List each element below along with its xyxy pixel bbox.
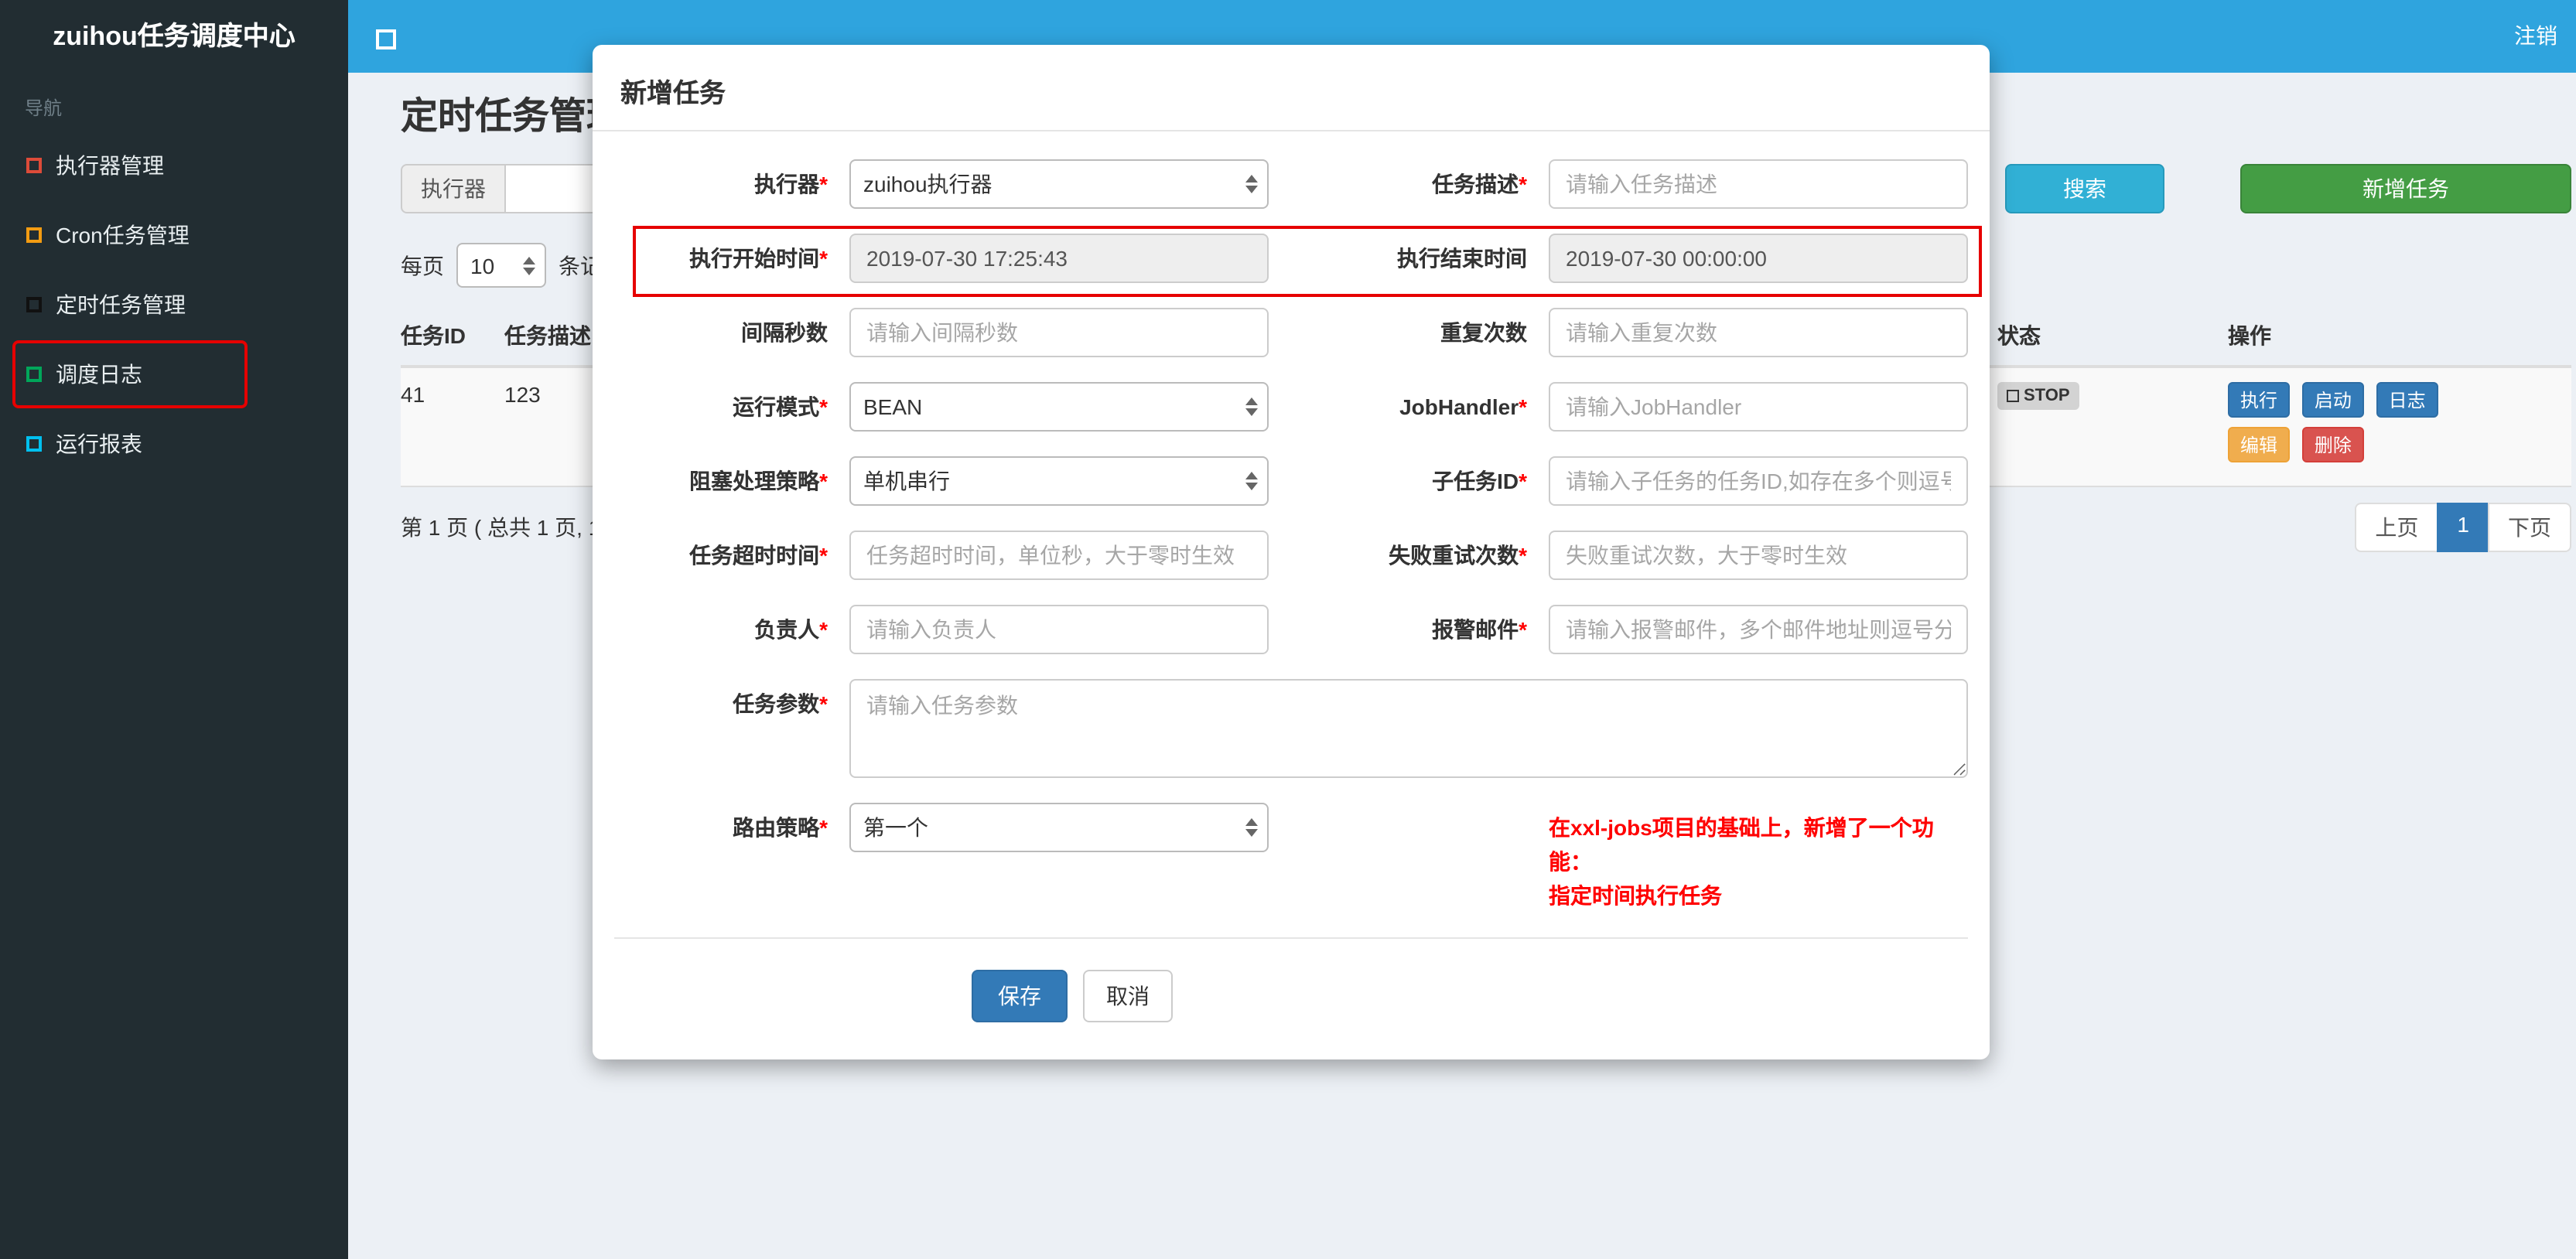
modal-title: 新增任务 xyxy=(620,79,726,108)
col-header-job-id: 任务ID xyxy=(401,306,504,368)
delete-button[interactable]: 删除 xyxy=(2301,427,2364,462)
job-desc-input[interactable] xyxy=(1549,159,1968,209)
sidebar-item-executor-mgmt[interactable]: 执行器管理 xyxy=(0,130,348,200)
save-button[interactable]: 保存 xyxy=(972,970,1068,1022)
square-icon xyxy=(26,366,42,381)
status-text: STOP xyxy=(2024,387,2070,405)
sidebar-toggle-icon[interactable] xyxy=(376,29,396,49)
start-time-label: 执行开始时间* xyxy=(689,246,828,271)
page-1-button[interactable]: 1 xyxy=(2437,503,2489,552)
feature-note: 在xxl-jobs项目的基础上，新增了一个功能： 指定时间执行任务 xyxy=(1549,815,1934,908)
route-strategy-select-value: 第一个 xyxy=(863,815,928,840)
alarm-email-input[interactable] xyxy=(1549,605,1968,654)
edit-button[interactable]: 编辑 xyxy=(2228,427,2291,462)
select-arrows-icon xyxy=(1245,818,1258,837)
route-strategy-select[interactable]: 第一个 xyxy=(849,803,1269,852)
start-button[interactable]: 启动 xyxy=(2301,382,2364,418)
cell-status: STOP xyxy=(1997,367,2228,487)
run-button[interactable]: 执行 xyxy=(2228,382,2291,418)
child-job-input[interactable] xyxy=(1549,456,1968,506)
search-button[interactable]: 搜索 xyxy=(2005,164,2164,213)
executor-label: 执行器* xyxy=(754,172,828,196)
col-header-actions: 操作 xyxy=(2228,306,2571,368)
job-handler-label: JobHandler* xyxy=(1399,394,1527,419)
author-label: 负责人* xyxy=(754,617,828,642)
sidebar-item-timed-task-mgmt[interactable]: 定时任务管理 xyxy=(0,269,348,339)
interval-label: 间隔秒数 xyxy=(741,320,828,345)
repeat-label: 重复次数 xyxy=(1440,320,1527,345)
square-icon xyxy=(26,157,42,172)
author-input[interactable] xyxy=(849,605,1269,654)
per-page-value: 10 xyxy=(470,253,495,278)
glue-type-select[interactable]: BEAN xyxy=(849,382,1269,432)
sidebar: 导航 执行器管理 Cron任务管理 定时任务管理 调度日志 运行报表 xyxy=(0,73,348,1259)
add-task-button[interactable]: 新增任务 xyxy=(2240,164,2571,213)
executor-select-value: zuihou执行器 xyxy=(863,172,992,196)
add-task-modal: 新增任务 执行器* zuihou执行器 任务描述* 请输入任务描述 执行开始时间… xyxy=(593,45,1990,1059)
end-time-label: 执行结束时间 xyxy=(1397,246,1527,271)
col-header-status: 状态 xyxy=(1997,306,2228,368)
status-badge: STOP xyxy=(1997,382,2079,410)
block-strategy-label: 阻塞处理策略* xyxy=(689,469,828,493)
sidebar-item-run-report[interactable]: 运行报表 xyxy=(0,408,348,478)
retry-input[interactable] xyxy=(1549,531,1968,580)
job-desc-label: 任务描述* xyxy=(1432,172,1527,196)
interval-input[interactable] xyxy=(849,308,1269,357)
pagination: 上页 1 下页 xyxy=(2355,503,2571,552)
block-strategy-select[interactable]: 单机串行 xyxy=(849,456,1269,506)
sidebar-item-label: Cron任务管理 xyxy=(56,222,190,247)
glue-type-label: 运行模式* xyxy=(733,394,828,419)
app-brand: zuihou任务调度中心 xyxy=(0,0,348,73)
alarm-email-label: 报警邮件* xyxy=(1432,617,1527,642)
job-param-label: 任务参数* xyxy=(733,691,828,716)
select-arrows-icon xyxy=(523,256,535,275)
sidebar-section-label: 导航 xyxy=(25,97,63,119)
job-param-textarea[interactable] xyxy=(849,679,1968,778)
per-page-label: 每页 xyxy=(401,253,444,278)
sidebar-item-schedule-log[interactable]: 调度日志 xyxy=(0,339,348,408)
stop-square-icon xyxy=(2007,390,2019,402)
block-strategy-select-value: 单机串行 xyxy=(863,469,950,493)
log-button[interactable]: 日志 xyxy=(2376,382,2438,418)
sidebar-item-label: 调度日志 xyxy=(56,361,142,386)
timeout-input[interactable] xyxy=(849,531,1269,580)
retry-label: 失败重试次数* xyxy=(1389,543,1527,568)
note-spacer xyxy=(1269,803,1549,913)
route-strategy-label: 路由策略* xyxy=(733,815,828,840)
square-icon xyxy=(26,296,42,312)
select-arrows-icon xyxy=(1245,397,1258,416)
timeout-label: 任务超时时间* xyxy=(689,543,828,568)
job-handler-input[interactable] xyxy=(1549,382,1968,432)
cancel-button[interactable]: 取消 xyxy=(1083,970,1173,1022)
cell-job-id: 41 xyxy=(401,367,504,487)
executor-select[interactable]: zuihou执行器 xyxy=(849,159,1269,209)
select-arrows-icon xyxy=(1245,175,1258,193)
cell-actions: 执行 启动 日志 编辑 删除 xyxy=(2228,367,2571,487)
sidebar-item-label: 定时任务管理 xyxy=(56,292,186,316)
sidebar-item-label: 执行器管理 xyxy=(56,152,164,177)
end-time-input[interactable] xyxy=(1549,234,1968,283)
per-page-select[interactable]: 10 xyxy=(456,243,546,288)
prev-page-button[interactable]: 上页 xyxy=(2355,503,2439,552)
start-time-input[interactable] xyxy=(849,234,1269,283)
executor-filter-label: 执行器 xyxy=(401,164,506,213)
square-icon xyxy=(26,227,42,242)
square-icon xyxy=(26,435,42,451)
child-job-label: 子任务ID* xyxy=(1432,469,1527,493)
sidebar-item-label: 运行报表 xyxy=(56,431,142,455)
glue-type-select-value: BEAN xyxy=(863,394,923,419)
sidebar-item-cron-task-mgmt[interactable]: Cron任务管理 xyxy=(0,200,348,269)
select-arrows-icon xyxy=(1245,472,1258,490)
logout-link[interactable]: 注销 xyxy=(2514,0,2557,73)
next-page-button[interactable]: 下页 xyxy=(2488,503,2571,552)
repeat-input[interactable] xyxy=(1549,308,1968,357)
